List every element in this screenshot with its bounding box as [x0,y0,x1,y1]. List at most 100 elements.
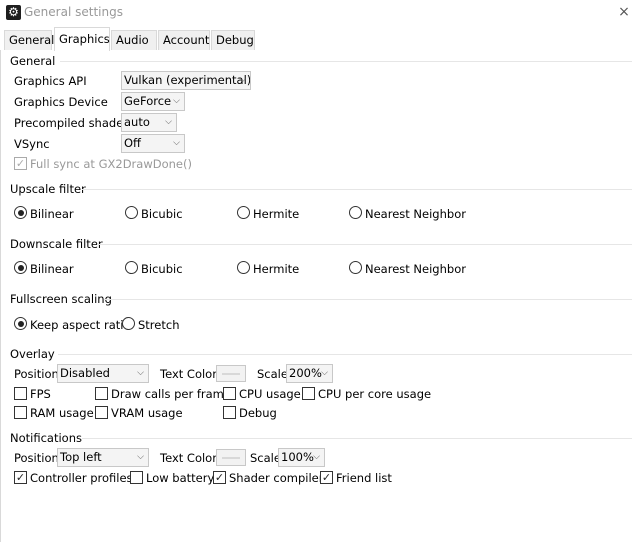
stretch-radio[interactable] [122,317,135,330]
notifications-text-color-label: Text Color [160,451,217,465]
fps-checkbox[interactable] [14,387,27,400]
cpu-per-core-label: CPU per core usage [318,387,432,401]
title-bar: ⚙ General settings × [0,0,640,26]
controller-profiles-checkbox[interactable]: ✓ [14,471,27,484]
notifications-text-color-swatch[interactable] [216,449,246,466]
cpu-usage-checkbox[interactable] [223,387,236,400]
overlay-scale-select[interactable]: 200% ⌵ [286,364,333,383]
downscale-nearest-label: Nearest Neighbor [365,262,466,276]
precompiled-shaders-select[interactable]: auto ⌵ [121,113,177,132]
overlay-heading: Overlay [10,347,55,361]
upscale-bilinear-label: Bilinear [30,207,74,221]
upscale-hermite-label: Hermite [253,207,300,221]
graphics-api-label: Graphics API [14,74,87,88]
upscale-heading: Upscale filter [10,182,86,196]
graphics-api-select[interactable]: Vulkan (experimental) ⌵ [121,71,251,90]
general-heading: General [10,54,56,68]
precompiled-shaders-label: Precompiled shaders [14,116,134,130]
upscale-bicubic-radio[interactable] [125,206,138,219]
downscale-bilinear-radio[interactable] [14,261,27,274]
window-title: General settings [24,5,123,19]
overlay-text-color-swatch[interactable] [216,365,246,382]
downscale-bicubic-radio[interactable] [125,261,138,274]
notifications-position-label: Position [14,451,59,465]
draw-calls-checkbox[interactable] [95,387,108,400]
upscale-bicubic-label: Bicubic [141,207,183,221]
fullscreen-heading: Fullscreen scaling [10,292,112,306]
low-battery-checkbox[interactable] [130,471,143,484]
vsync-label: VSync [14,137,50,151]
precompiled-shaders-value: auto [124,115,150,129]
ram-usage-checkbox[interactable] [14,406,27,419]
notifications-heading: Notifications [10,431,82,445]
keep-aspect-ratio-radio[interactable] [14,317,27,330]
close-button[interactable]: × [614,3,634,21]
upscale-separator [82,189,632,190]
friend-list-label: Friend list [336,471,392,485]
chevron-down-icon: ⌵ [313,452,320,462]
stretch-label: Stretch [138,318,180,332]
notifications-position-select[interactable]: Top left ⌵ [57,448,149,467]
overlay-position-value: Disabled [60,366,110,380]
upscale-hermite-radio[interactable] [237,206,250,219]
chevron-down-icon: ⌵ [173,138,180,148]
chevron-down-icon: ⌵ [239,75,246,85]
keep-aspect-ratio-label: Keep aspect ratio [30,318,131,332]
full-sync-checkbox[interactable]: ✓ [14,157,27,170]
notifications-scale-label: Scale [250,451,281,465]
notifications-separator [82,438,632,439]
tab-graphics[interactable]: Graphics [54,27,110,51]
controller-profiles-label: Controller profiles [30,471,133,485]
ram-usage-label: RAM usage [30,406,94,420]
graphics-device-label: Graphics Device [14,95,108,109]
overlay-scale-label: Scale [257,367,288,381]
vsync-select[interactable]: Off ⌵ [121,134,185,153]
debug-label: Debug [239,406,277,420]
full-sync-label: Full sync at GX2DrawDone() [30,157,192,171]
notifications-scale-select[interactable]: 100% ⌵ [278,448,325,467]
downscale-separator [97,244,632,245]
upscale-nearest-radio[interactable] [349,206,362,219]
chevron-down-icon: ⌵ [173,96,180,106]
tab-account[interactable]: Account [158,30,210,50]
chevron-down-icon: ⌵ [137,452,144,462]
shader-compiler-label: Shader compiler [229,471,324,485]
downscale-hermite-label: Hermite [253,262,300,276]
tab-debug[interactable]: Debug [211,30,255,50]
overlay-separator [58,354,632,355]
downscale-bilinear-label: Bilinear [30,262,74,276]
tab-general[interactable]: General [4,30,54,50]
notifications-position-value: Top left [60,450,102,464]
cpu-per-core-checkbox[interactable] [302,387,315,400]
chevron-down-icon: ⌵ [165,117,172,127]
draw-calls-label: Draw calls per frame [111,387,231,401]
chevron-down-icon: ⌵ [137,368,144,378]
overlay-scale-value: 200% [289,366,322,380]
fps-label: FPS [30,387,51,401]
downscale-bicubic-label: Bicubic [141,262,183,276]
gear-icon: ⚙ [6,5,21,20]
downscale-hermite-radio[interactable] [237,261,250,274]
overlay-position-label: Position [14,367,59,381]
general-separator [60,61,632,62]
fullscreen-separator [104,299,632,300]
shader-compiler-checkbox[interactable]: ✓ [213,471,226,484]
tab-audio[interactable]: Audio [111,30,157,50]
upscale-nearest-label: Nearest Neighbor [365,207,466,221]
downscale-nearest-radio[interactable] [349,261,362,274]
vram-usage-checkbox[interactable] [95,406,108,419]
overlay-text-color-label: Text Color [160,367,217,381]
low-battery-label: Low battery [146,471,215,485]
chevron-down-icon: ⌵ [321,368,328,378]
graphics-api-value: Vulkan (experimental) [124,73,251,87]
vsync-value: Off [124,136,141,150]
graphics-device-select[interactable]: GeForce ⌵ [121,92,185,111]
overlay-position-select[interactable]: Disabled ⌵ [57,364,149,383]
graphics-device-value: GeForce [124,94,172,108]
notifications-scale-value: 100% [281,450,314,464]
upscale-bilinear-radio[interactable] [14,206,27,219]
cpu-usage-label: CPU usage [239,387,301,401]
vram-usage-label: VRAM usage [111,406,183,420]
friend-list-checkbox[interactable]: ✓ [320,471,333,484]
debug-checkbox[interactable] [223,406,236,419]
